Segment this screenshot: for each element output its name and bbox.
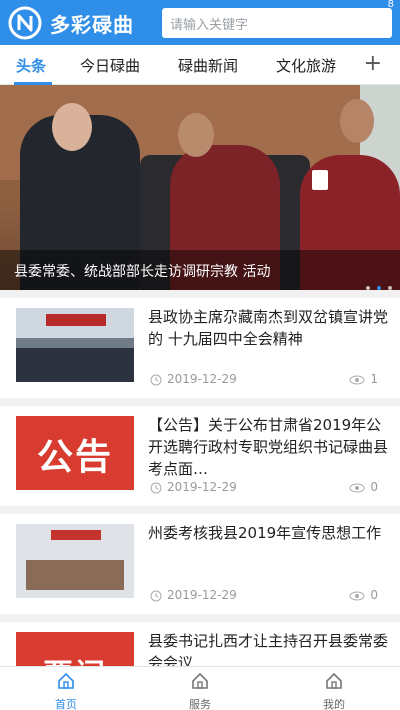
nav-service[interactable]: 服务 [160, 671, 240, 710]
article-date: 2019-12-29 [150, 480, 237, 494]
article-views-count: 0 [370, 588, 378, 602]
list-separator [0, 290, 400, 298]
clock-icon [150, 590, 162, 601]
hero-caption: 县委常委、统战部部长走访调研宗教 活动 [14, 264, 271, 280]
article-date-text: 2019-12-29 [167, 480, 237, 494]
thumb-notice-text: 公告 [36, 437, 113, 478]
article-thumbnail: 公告 [16, 416, 134, 490]
thumb-news-text: 要闻 [16, 650, 134, 666]
list-separator [0, 614, 400, 622]
hero-photo-cup [312, 170, 328, 190]
list-separator [0, 506, 400, 514]
thumb-banner [46, 314, 106, 326]
hero-photo-monk-head [178, 113, 214, 157]
eye-icon [349, 483, 365, 492]
article-date-text: 2019-12-29 [167, 372, 237, 386]
clock-icon [150, 482, 162, 493]
article-title: 县委书记扎西才让主持召开县委常委会会议 [148, 632, 389, 666]
article-thumbnail [16, 524, 134, 598]
app-header: 多彩碌曲 请输入关键字 8 [0, 0, 400, 45]
tab-luqu-news[interactable]: 碌曲新闻 [178, 55, 238, 76]
article-views-count: 1 [370, 372, 378, 386]
article-item[interactable]: 州委考核我县2019年宣传思想工作 2019-12-29 0 [0, 514, 400, 614]
search-placeholder: 请输入关键字 [170, 18, 249, 33]
article-thumbnail [16, 308, 134, 382]
thumb-banner [51, 530, 101, 540]
thumb-table [26, 560, 124, 590]
article-item[interactable]: 公告 【公告】关于公布甘肃省2019年公开选聘行政村专职党组织书记碌曲县考点面…… [0, 406, 400, 506]
carousel-dots [366, 275, 394, 290]
status-indicator: 8 [387, 0, 394, 10]
nav-home[interactable]: 首页 [26, 671, 106, 710]
search-input[interactable]: 请输入关键字 [162, 8, 392, 38]
nav-home-label: 首页 [55, 698, 77, 710]
article-views: 0 [349, 588, 378, 602]
article-title: 县政协主席尕藏南杰到双岔镇宣讲党的 十九届四中全会精神 [148, 308, 389, 348]
bottom-nav: 首页 服务 我的 [0, 666, 400, 710]
article-views: 0 [349, 480, 378, 494]
home-icon [58, 672, 74, 689]
hero-photo-monk-right-head [340, 99, 374, 143]
clock-icon [150, 374, 162, 385]
nav-mine[interactable]: 我的 [294, 671, 374, 710]
list-separator [0, 398, 400, 406]
article-item[interactable]: 县政协主席尕藏南杰到双岔镇宣讲党的 十九届四中全会精神 2019-12-29 1 [0, 298, 400, 398]
user-icon [326, 672, 342, 689]
article-item[interactable]: 要闻 县委书记扎西才让主持召开县委常委会会议 [0, 622, 400, 666]
service-icon [192, 672, 208, 689]
eye-icon [349, 591, 365, 600]
article-views: 1 [349, 372, 378, 386]
article-date: 2019-12-29 [150, 372, 237, 386]
category-tabs: 头条 今日碌曲 碌曲新闻 文化旅游 + [0, 45, 400, 85]
app-title: 多彩碌曲 [50, 13, 134, 37]
hero-carousel[interactable]: 县委常委、统战部部长走访调研宗教 活动 [0, 85, 400, 290]
article-date-text: 2019-12-29 [167, 588, 237, 602]
add-tab-icon[interactable]: + [364, 51, 382, 76]
hero-photo-official-head [52, 103, 92, 151]
app-logo-icon [8, 6, 42, 40]
article-title: 【公告】关于公布甘肃省2019年公开选聘行政村专职党组织书记碌曲县考点面… [148, 416, 389, 478]
thumb-audience [16, 348, 134, 382]
article-thumbnail: 要闻 [16, 632, 134, 666]
tab-today-luqu[interactable]: 今日碌曲 [80, 55, 140, 76]
tab-headlines[interactable]: 头条 [16, 55, 46, 76]
nav-mine-label: 我的 [323, 698, 345, 710]
eye-icon [349, 375, 365, 384]
nav-service-label: 服务 [189, 698, 211, 710]
article-views-count: 0 [370, 480, 378, 494]
article-title: 州委考核我县2019年宣传思想工作 [148, 524, 382, 542]
tab-culture-tourism[interactable]: 文化旅游 [276, 55, 336, 76]
article-date: 2019-12-29 [150, 588, 237, 602]
